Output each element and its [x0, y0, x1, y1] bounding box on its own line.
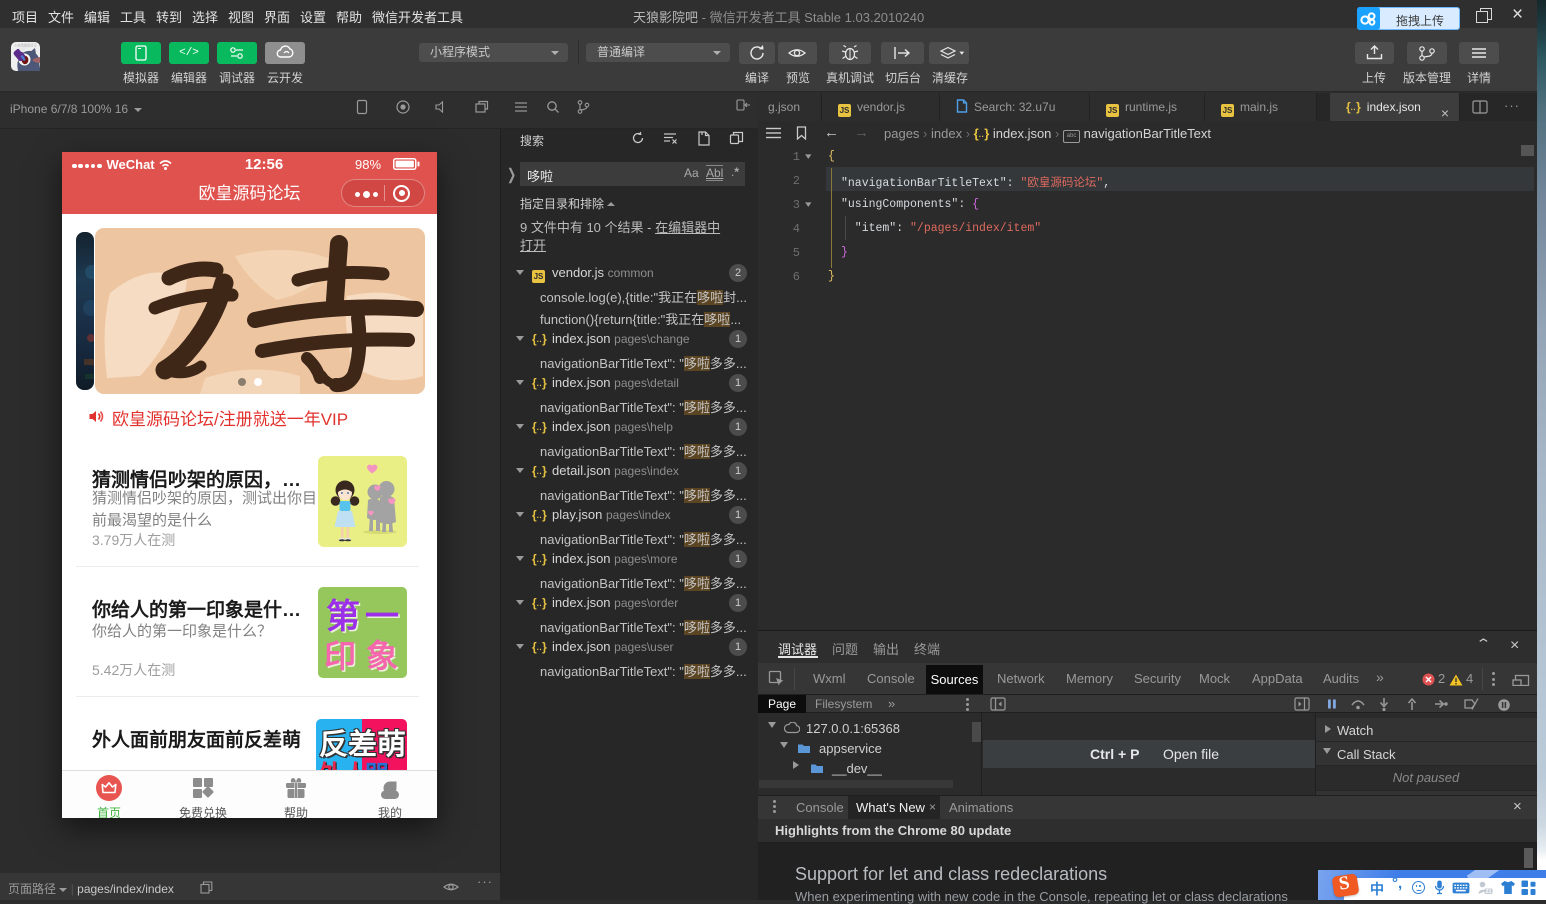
svg-text:小米吃香蕉好汉: 小米吃香蕉好汉: [14, 43, 37, 48]
svg-text:21: 21: [1485, 889, 1491, 895]
